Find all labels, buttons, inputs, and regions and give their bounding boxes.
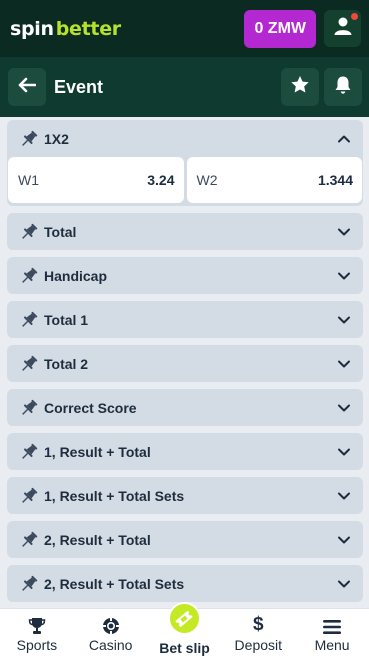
nav-bet-slip[interactable]: Bet slip xyxy=(148,602,222,659)
market-title: 2, Result + Total xyxy=(44,531,151,548)
nav-deposit[interactable]: $ Deposit xyxy=(221,609,295,659)
market-header[interactable]: Correct Score xyxy=(7,389,363,426)
market-card: 1, Result + Total xyxy=(7,433,363,470)
market-header[interactable]: Total 2 xyxy=(7,345,363,382)
market-card: Total 1 xyxy=(7,301,363,338)
spinbetter-logo[interactable]: spin better xyxy=(10,18,121,40)
chevron-down-icon[interactable] xyxy=(337,357,351,371)
star-icon xyxy=(290,75,310,99)
odds-value: 3.24 xyxy=(147,172,175,188)
odds-outcome-name: W1 xyxy=(18,172,39,188)
user-account-button[interactable] xyxy=(324,10,361,47)
hamburger-menu-icon xyxy=(323,615,342,635)
pin-icon[interactable] xyxy=(19,354,39,374)
logo-text-better: better xyxy=(55,17,121,40)
pin-icon[interactable] xyxy=(19,266,39,286)
market-card: 1X2 W1 3.24 W2 1.344 xyxy=(7,120,363,206)
odds-outcome-name: W2 xyxy=(196,172,218,188)
ticket-icon xyxy=(167,602,201,635)
favorite-button[interactable] xyxy=(281,68,319,106)
chevron-down-icon[interactable] xyxy=(337,489,351,503)
logo-text-spin: spin xyxy=(10,17,54,40)
market-card: Handicap xyxy=(7,257,363,294)
market-header[interactable]: 1, Result + Total Sets xyxy=(7,477,363,514)
pin-icon[interactable] xyxy=(19,486,39,506)
market-card: 1, Result + Total Sets xyxy=(7,477,363,514)
market-header[interactable]: Total 1 xyxy=(7,301,363,338)
event-bar: Event xyxy=(0,57,369,117)
nav-sports-label: Sports xyxy=(16,637,58,653)
bottom-navigation: Sports Casino Bet slip $ Deposit Menu xyxy=(0,602,369,659)
chevron-up-icon[interactable] xyxy=(337,132,351,146)
nav-bet-slip-label: Bet slip xyxy=(159,640,210,656)
market-title: Correct Score xyxy=(44,399,137,416)
chevron-down-icon[interactable] xyxy=(337,577,351,591)
markets-list: 1X2 W1 3.24 W2 1.344 Total Handicap Total 1 Tota… xyxy=(0,117,369,608)
arrow-left-icon xyxy=(18,77,37,98)
nav-sports[interactable]: Sports xyxy=(0,609,74,659)
page-title: Event xyxy=(54,76,104,97)
pin-icon[interactable] xyxy=(19,442,39,462)
market-title: Handicap xyxy=(44,267,108,284)
notification-dot xyxy=(351,13,358,20)
nav-casino[interactable]: Casino xyxy=(74,609,148,659)
balance-button[interactable]: 0 ZMW xyxy=(244,9,316,48)
market-title: 1, Result + Total Sets xyxy=(44,487,185,504)
odds-button[interactable]: W2 1.344 xyxy=(186,157,362,203)
pin-icon[interactable] xyxy=(19,310,39,330)
market-header[interactable]: Handicap xyxy=(7,257,363,294)
market-header[interactable]: 2, Result + Total Sets xyxy=(7,565,363,602)
nav-menu-label: Menu xyxy=(314,637,350,653)
market-card: 2, Result + Total Sets xyxy=(7,565,363,602)
chevron-down-icon[interactable] xyxy=(337,445,351,459)
casino-chip-icon xyxy=(102,615,120,635)
chevron-down-icon[interactable] xyxy=(337,313,351,327)
user-icon xyxy=(333,16,353,41)
pin-icon[interactable] xyxy=(19,574,39,594)
market-title: 1X2 xyxy=(44,130,69,147)
market-card: 2, Result + Total xyxy=(7,521,363,558)
market-header[interactable]: 2, Result + Total xyxy=(7,521,363,558)
market-title: Total 1 xyxy=(44,311,89,328)
pin-icon[interactable] xyxy=(19,129,39,149)
market-title: Total 2 xyxy=(44,355,89,372)
nav-deposit-label: Deposit xyxy=(234,637,283,653)
market-title: 2, Result + Total Sets xyxy=(44,575,185,592)
market-title: 1, Result + Total xyxy=(44,443,151,460)
top-header: spin better 0 ZMW xyxy=(0,0,369,57)
pin-icon[interactable] xyxy=(19,530,39,550)
pin-icon[interactable] xyxy=(19,398,39,418)
notifications-button[interactable] xyxy=(324,68,362,106)
dollar-icon: $ xyxy=(253,614,264,635)
market-header[interactable]: 1, Result + Total xyxy=(7,433,363,470)
chevron-down-icon[interactable] xyxy=(337,533,351,547)
market-card: Total 2 xyxy=(7,345,363,382)
odds-value: 1.344 xyxy=(317,172,353,188)
trophy-icon xyxy=(28,615,46,635)
market-header[interactable]: 1X2 xyxy=(7,120,363,157)
odds-row: W1 3.24 W2 1.344 xyxy=(7,157,363,204)
odds-button[interactable]: W1 3.24 xyxy=(8,157,184,203)
chevron-down-icon[interactable] xyxy=(337,269,351,283)
chevron-down-icon[interactable] xyxy=(337,401,351,415)
chevron-down-icon[interactable] xyxy=(337,225,351,239)
pin-icon[interactable] xyxy=(19,222,39,242)
bell-icon xyxy=(334,75,352,100)
market-card: Correct Score xyxy=(7,389,363,426)
market-card: Total xyxy=(7,213,363,250)
market-header[interactable]: Total xyxy=(7,213,363,250)
nav-casino-label: Casino xyxy=(88,637,133,653)
back-button[interactable] xyxy=(8,68,46,106)
nav-menu[interactable]: Menu xyxy=(295,609,369,659)
market-title: Total xyxy=(44,223,77,240)
